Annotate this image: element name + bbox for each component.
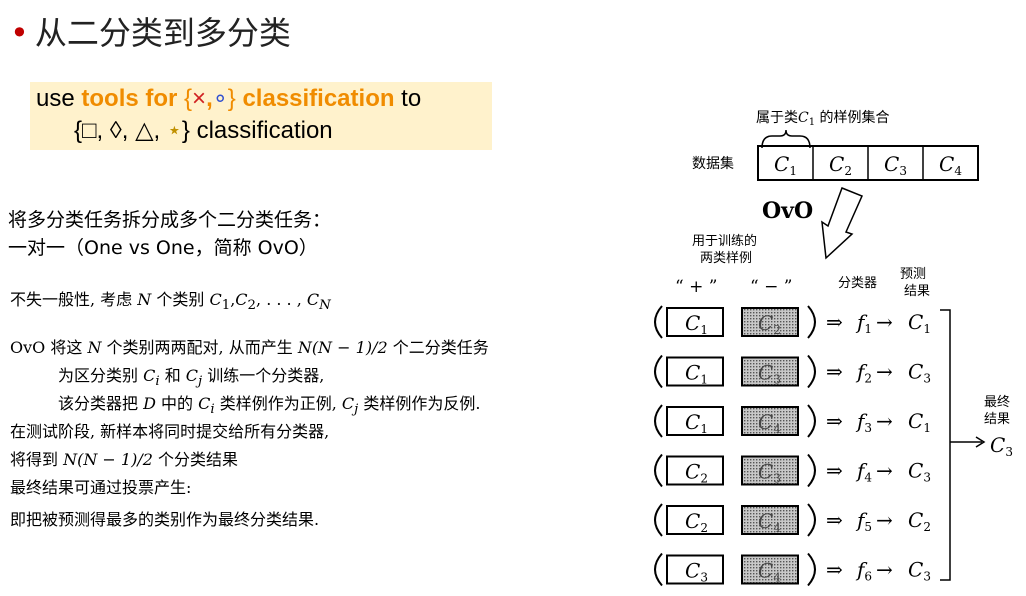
positive-class-label: C2 <box>685 509 708 535</box>
ovo-label: OvO <box>762 198 813 224</box>
train-label-1: 用于训练的 <box>692 233 757 249</box>
minus-header: “ − ” <box>750 277 792 297</box>
dataset-c2: C2 <box>829 152 852 178</box>
positive-class-label: C1 <box>685 410 708 436</box>
left-paren <box>654 305 663 339</box>
classifier-label: f4 → <box>855 459 893 485</box>
prediction-label: C1 <box>908 310 931 336</box>
prediction-label: C3 <box>908 459 931 485</box>
pred-header-2: 结果 <box>904 284 930 299</box>
positive-class-label: C1 <box>685 311 708 337</box>
left-paren <box>654 404 663 438</box>
prediction-label: C1 <box>908 409 931 435</box>
down-arrow-icon <box>821 187 864 260</box>
result-bracket <box>940 309 951 581</box>
classifier-label: f1 → <box>855 310 893 336</box>
positive-class-label: C3 <box>685 559 708 585</box>
left-paren <box>654 552 663 587</box>
final-label-1: 最终 <box>984 394 1010 410</box>
dataset-c3: C3 <box>884 152 907 178</box>
implies-arrow: ⇒ <box>826 508 843 532</box>
dataset-label: 数据集 <box>692 155 734 172</box>
left-paren <box>654 453 663 488</box>
right-paren <box>807 503 816 537</box>
subset-label: 属于类C1 的样例集合 <box>756 109 890 128</box>
plus-header: “ + ” <box>675 277 717 297</box>
left-paren <box>654 503 663 537</box>
classifier-label: f2 → <box>855 360 893 386</box>
dataset-c4: C4 <box>939 152 962 178</box>
classifier-label: f3 → <box>855 409 893 435</box>
prediction-label: C3 <box>908 360 931 386</box>
final-label-2: 结果 <box>984 412 1010 427</box>
implies-arrow: ⇒ <box>826 558 843 582</box>
right-paren <box>807 552 816 587</box>
ovo-diagram: 属于类C1 的样例集合 数据集 C1 C2 C3 C4 OvO 用于训练的 两类… <box>654 109 1013 587</box>
implies-arrow: ⇒ <box>826 310 843 334</box>
right-paren <box>807 404 816 438</box>
prediction-label: C2 <box>908 508 931 534</box>
classifier-label: f6 → <box>855 558 893 584</box>
classifier-header: 分类器 <box>838 276 877 291</box>
implies-arrow: ⇒ <box>826 409 843 433</box>
implies-arrow: ⇒ <box>826 360 843 384</box>
right-paren <box>807 305 816 339</box>
classifier-rows: C1 C2 ⇒ f1 → C1C1 C3 ⇒ f2 → C3C1 C4 ⇒ f3 → C1C2 C3 ⇒ f4 → C3… <box>654 305 931 587</box>
prediction-label: C3 <box>908 558 931 584</box>
right-paren <box>807 453 816 488</box>
implies-arrow: ⇒ <box>826 459 843 483</box>
left-paren <box>654 354 663 389</box>
pred-header-1: 预测 <box>900 267 926 282</box>
right-paren <box>807 354 816 389</box>
train-label-2: 两类样例 <box>700 251 752 266</box>
positive-class-label: C1 <box>685 361 708 387</box>
classifier-label: f5 → <box>855 508 893 534</box>
positive-class-label: C2 <box>685 460 708 486</box>
final-result: C3 <box>990 433 1013 459</box>
dataset-c1: C1 <box>774 152 797 178</box>
